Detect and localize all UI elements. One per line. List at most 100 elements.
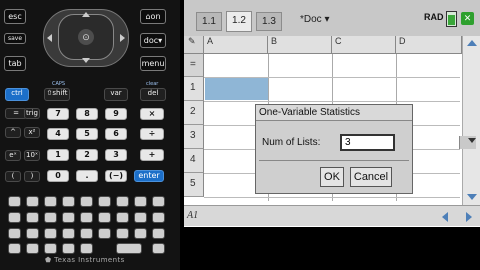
column-header-c[interactable]: C — [332, 36, 396, 54]
space-key[interactable] — [116, 243, 142, 254]
tab-1-2[interactable]: 1.2 — [226, 11, 252, 32]
key-3[interactable]: 3 — [105, 149, 127, 161]
ok-button[interactable]: OK — [320, 167, 344, 187]
clear-label: clear — [146, 81, 159, 87]
vertical-scrollbar[interactable] — [462, 36, 480, 206]
alpha-key[interactable] — [62, 196, 75, 207]
row-header-1[interactable]: 1 — [184, 77, 204, 101]
alpha-key[interactable] — [152, 212, 165, 223]
alpha-key[interactable] — [80, 212, 93, 223]
divide-key[interactable]: ÷ — [140, 128, 164, 140]
close-paren-key[interactable]: ) — [24, 171, 40, 182]
decimal-key[interactable]: . — [76, 170, 98, 182]
close-icon[interactable]: ✕ — [461, 12, 474, 25]
num-lists-input[interactable]: 3 — [340, 134, 476, 151]
caret-key[interactable]: ^ — [5, 127, 21, 138]
alpha-key[interactable] — [152, 243, 165, 254]
scroll-right-icon[interactable] — [466, 212, 472, 222]
alpha-key[interactable] — [98, 196, 111, 207]
alpha-key[interactable] — [80, 243, 93, 254]
row-header-5[interactable]: 5 — [184, 173, 204, 197]
selected-cell-a1[interactable] — [205, 78, 268, 100]
column-header-d[interactable]: D — [396, 36, 462, 54]
open-paren-key[interactable]: ( — [5, 171, 21, 182]
plus-key[interactable]: + — [140, 149, 164, 161]
up-arrow-icon[interactable] — [82, 12, 90, 17]
doc-key[interactable]: doc▾ — [140, 33, 166, 48]
alpha-key[interactable] — [44, 243, 57, 254]
menu-key[interactable]: menu — [140, 56, 166, 71]
left-arrow-icon[interactable] — [47, 34, 52, 42]
alpha-key[interactable] — [8, 228, 21, 239]
alpha-key[interactable] — [134, 212, 147, 223]
right-arrow-icon[interactable] — [120, 34, 125, 42]
esc-key[interactable]: esc — [4, 9, 26, 24]
alpha-key[interactable] — [134, 228, 147, 239]
alpha-key[interactable] — [80, 196, 93, 207]
var-key[interactable]: var — [104, 88, 128, 101]
alpha-key[interactable] — [62, 212, 75, 223]
del-key[interactable]: del — [140, 88, 166, 101]
alpha-key[interactable] — [98, 228, 111, 239]
scroll-left-icon[interactable] — [442, 212, 448, 222]
key-4[interactable]: 4 — [47, 128, 69, 140]
tab-1-3[interactable]: 1.3 — [256, 12, 282, 31]
scroll-up-icon[interactable] — [467, 40, 477, 46]
document-title[interactable]: *Doc ▾ — [300, 14, 330, 25]
save-key[interactable]: save — [4, 33, 26, 44]
alpha-key[interactable] — [26, 243, 39, 254]
enter-key[interactable]: enter — [134, 170, 164, 182]
shift-key[interactable]: ⇧shift — [44, 88, 70, 101]
key-8[interactable]: 8 — [76, 108, 98, 120]
alpha-key[interactable] — [44, 196, 57, 207]
alpha-key[interactable] — [62, 228, 75, 239]
alpha-key[interactable] — [152, 196, 165, 207]
key-1[interactable]: 1 — [47, 149, 69, 161]
down-arrow-icon[interactable] — [82, 58, 90, 63]
key-7[interactable]: 7 — [47, 108, 69, 120]
alpha-key[interactable] — [26, 228, 39, 239]
alpha-key[interactable] — [80, 228, 93, 239]
column-header-a[interactable]: A — [204, 36, 268, 54]
multiply-key[interactable]: × — [140, 108, 164, 120]
num-lists-label: Num of Lists: — [262, 137, 321, 148]
alpha-key[interactable] — [44, 212, 57, 223]
alpha-key[interactable] — [152, 228, 165, 239]
tab-key[interactable]: tab — [4, 56, 26, 71]
key-2[interactable]: 2 — [76, 149, 98, 161]
alpha-key[interactable] — [116, 212, 129, 223]
alpha-key[interactable] — [8, 243, 21, 254]
alpha-key[interactable] — [26, 196, 39, 207]
alpha-key[interactable] — [134, 196, 147, 207]
negative-key[interactable]: (−) — [105, 170, 127, 182]
alpha-key[interactable] — [8, 212, 21, 223]
key-9[interactable]: 9 — [105, 108, 127, 120]
tab-1-1[interactable]: 1.1 — [196, 12, 222, 31]
ctrl-key[interactable]: ctrl — [5, 88, 29, 101]
alpha-key[interactable] — [62, 243, 75, 254]
alpha-key[interactable] — [8, 196, 21, 207]
alpha-key[interactable] — [44, 228, 57, 239]
trig-key[interactable]: trig — [24, 108, 40, 119]
pencil-icon[interactable]: ✎ — [184, 36, 204, 54]
row-header-2[interactable]: 2 — [184, 101, 204, 125]
ten-x-key[interactable]: 10ˣ — [24, 150, 40, 161]
alpha-key[interactable] — [98, 212, 111, 223]
ex-key[interactable]: eˣ — [5, 150, 21, 161]
touchpad-center-icon[interactable]: ⊙ — [78, 29, 94, 45]
alpha-key[interactable] — [26, 212, 39, 223]
key-6[interactable]: 6 — [105, 128, 127, 140]
cell-entry-bar[interactable]: A1 — [184, 205, 480, 226]
alpha-key[interactable] — [116, 196, 129, 207]
cancel-button[interactable]: Cancel — [350, 167, 392, 187]
row-header-3[interactable]: 3 — [184, 125, 204, 149]
row-header-4[interactable]: 4 — [184, 149, 204, 173]
x-squared-key[interactable]: x² — [24, 127, 40, 138]
alpha-key[interactable] — [116, 228, 129, 239]
grid-line — [204, 77, 460, 78]
on-key[interactable]: ⌂on — [140, 9, 166, 24]
key-5[interactable]: 5 — [76, 128, 98, 140]
scroll-down-icon[interactable] — [467, 194, 477, 200]
column-header-b[interactable]: B — [268, 36, 332, 54]
key-0[interactable]: 0 — [47, 170, 69, 182]
